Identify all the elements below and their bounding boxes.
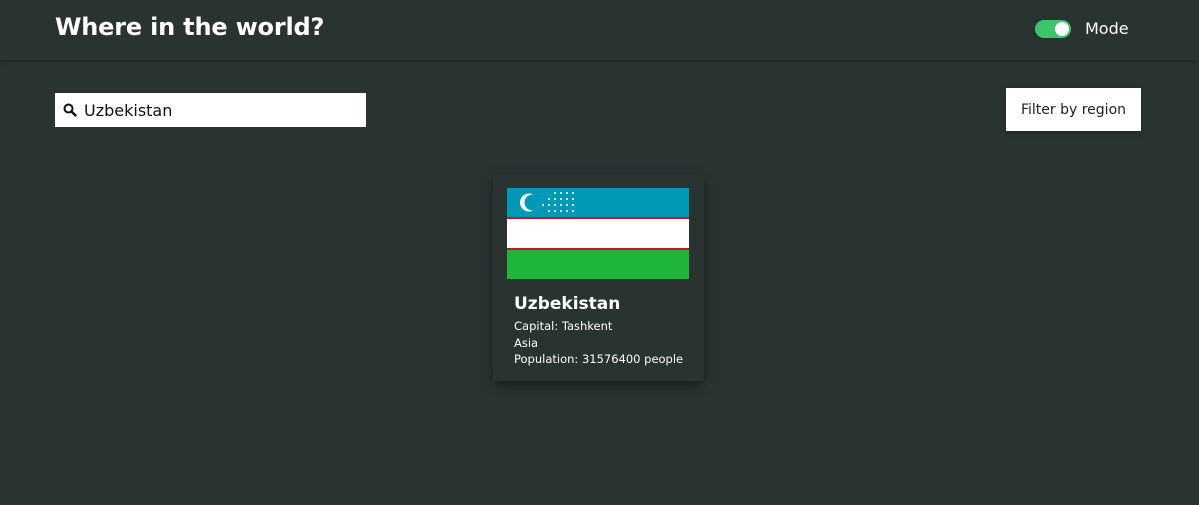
app-header: Where in the world? Mode — [0, 0, 1199, 60]
app-title: Where in the world? — [55, 13, 325, 41]
country-card[interactable]: Uzbekistan Capital: Tashkent Asia Popula… — [493, 174, 704, 381]
toggle-knob — [1055, 22, 1069, 36]
country-region: Asia — [514, 336, 539, 350]
dark-mode-toggle[interactable] — [1035, 20, 1071, 38]
country-capital: Capital: Tashkent — [514, 319, 613, 333]
filter-by-region-button[interactable]: Filter by region — [1006, 88, 1141, 131]
mode-label: Mode — [1085, 19, 1129, 38]
country-population: Population: 31576400 people — [514, 352, 684, 366]
search-input[interactable] — [84, 93, 359, 127]
uzbekistan-flag-icon — [507, 188, 689, 279]
search-icon — [63, 103, 77, 117]
search-box[interactable] — [55, 93, 366, 127]
country-name: Uzbekistan — [514, 294, 621, 314]
